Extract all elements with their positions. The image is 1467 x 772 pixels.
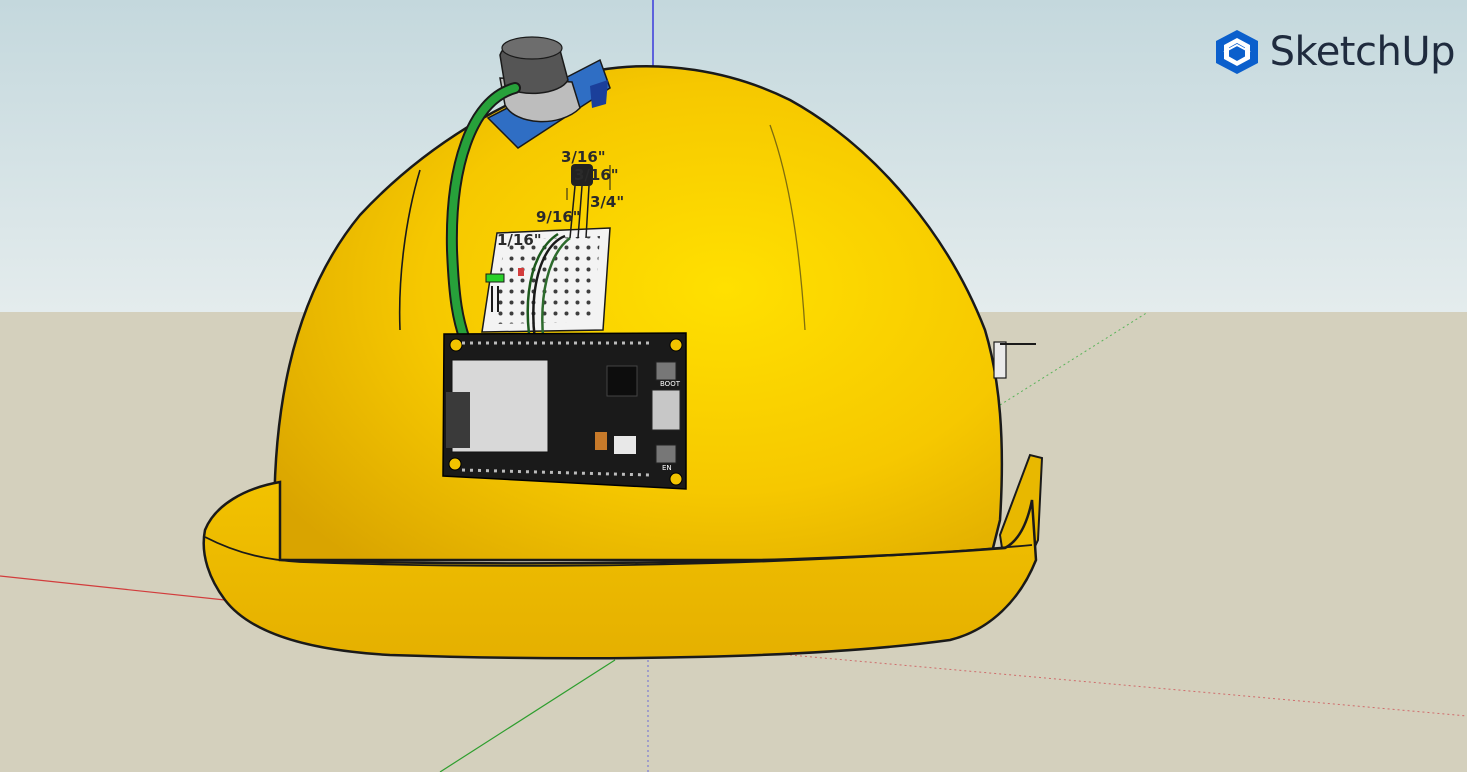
sketchup-logo-icon [1215, 30, 1258, 74]
esp32-board: BOOT EN [442, 332, 687, 490]
brand-name: SketchUp [1269, 29, 1456, 75]
en-label: EN [662, 464, 672, 472]
dimension-label-4: 9/16" [536, 208, 581, 226]
dimension-label-5: 1/16" [497, 231, 542, 249]
sketchup-brand: SketchUp [1214, 28, 1456, 76]
dimension-label-2: 3/16" [574, 166, 619, 184]
boot-label: BOOT [660, 380, 681, 388]
side-sensor [993, 341, 1007, 379]
sketchup-viewport[interactable]: 3/16" 3/16" 3/4" 9/16" 1/16" BOOT EN [0, 0, 1467, 772]
dimension-label-3: 3/4" [590, 193, 624, 211]
dimension-label-1: 3/16" [561, 148, 606, 166]
